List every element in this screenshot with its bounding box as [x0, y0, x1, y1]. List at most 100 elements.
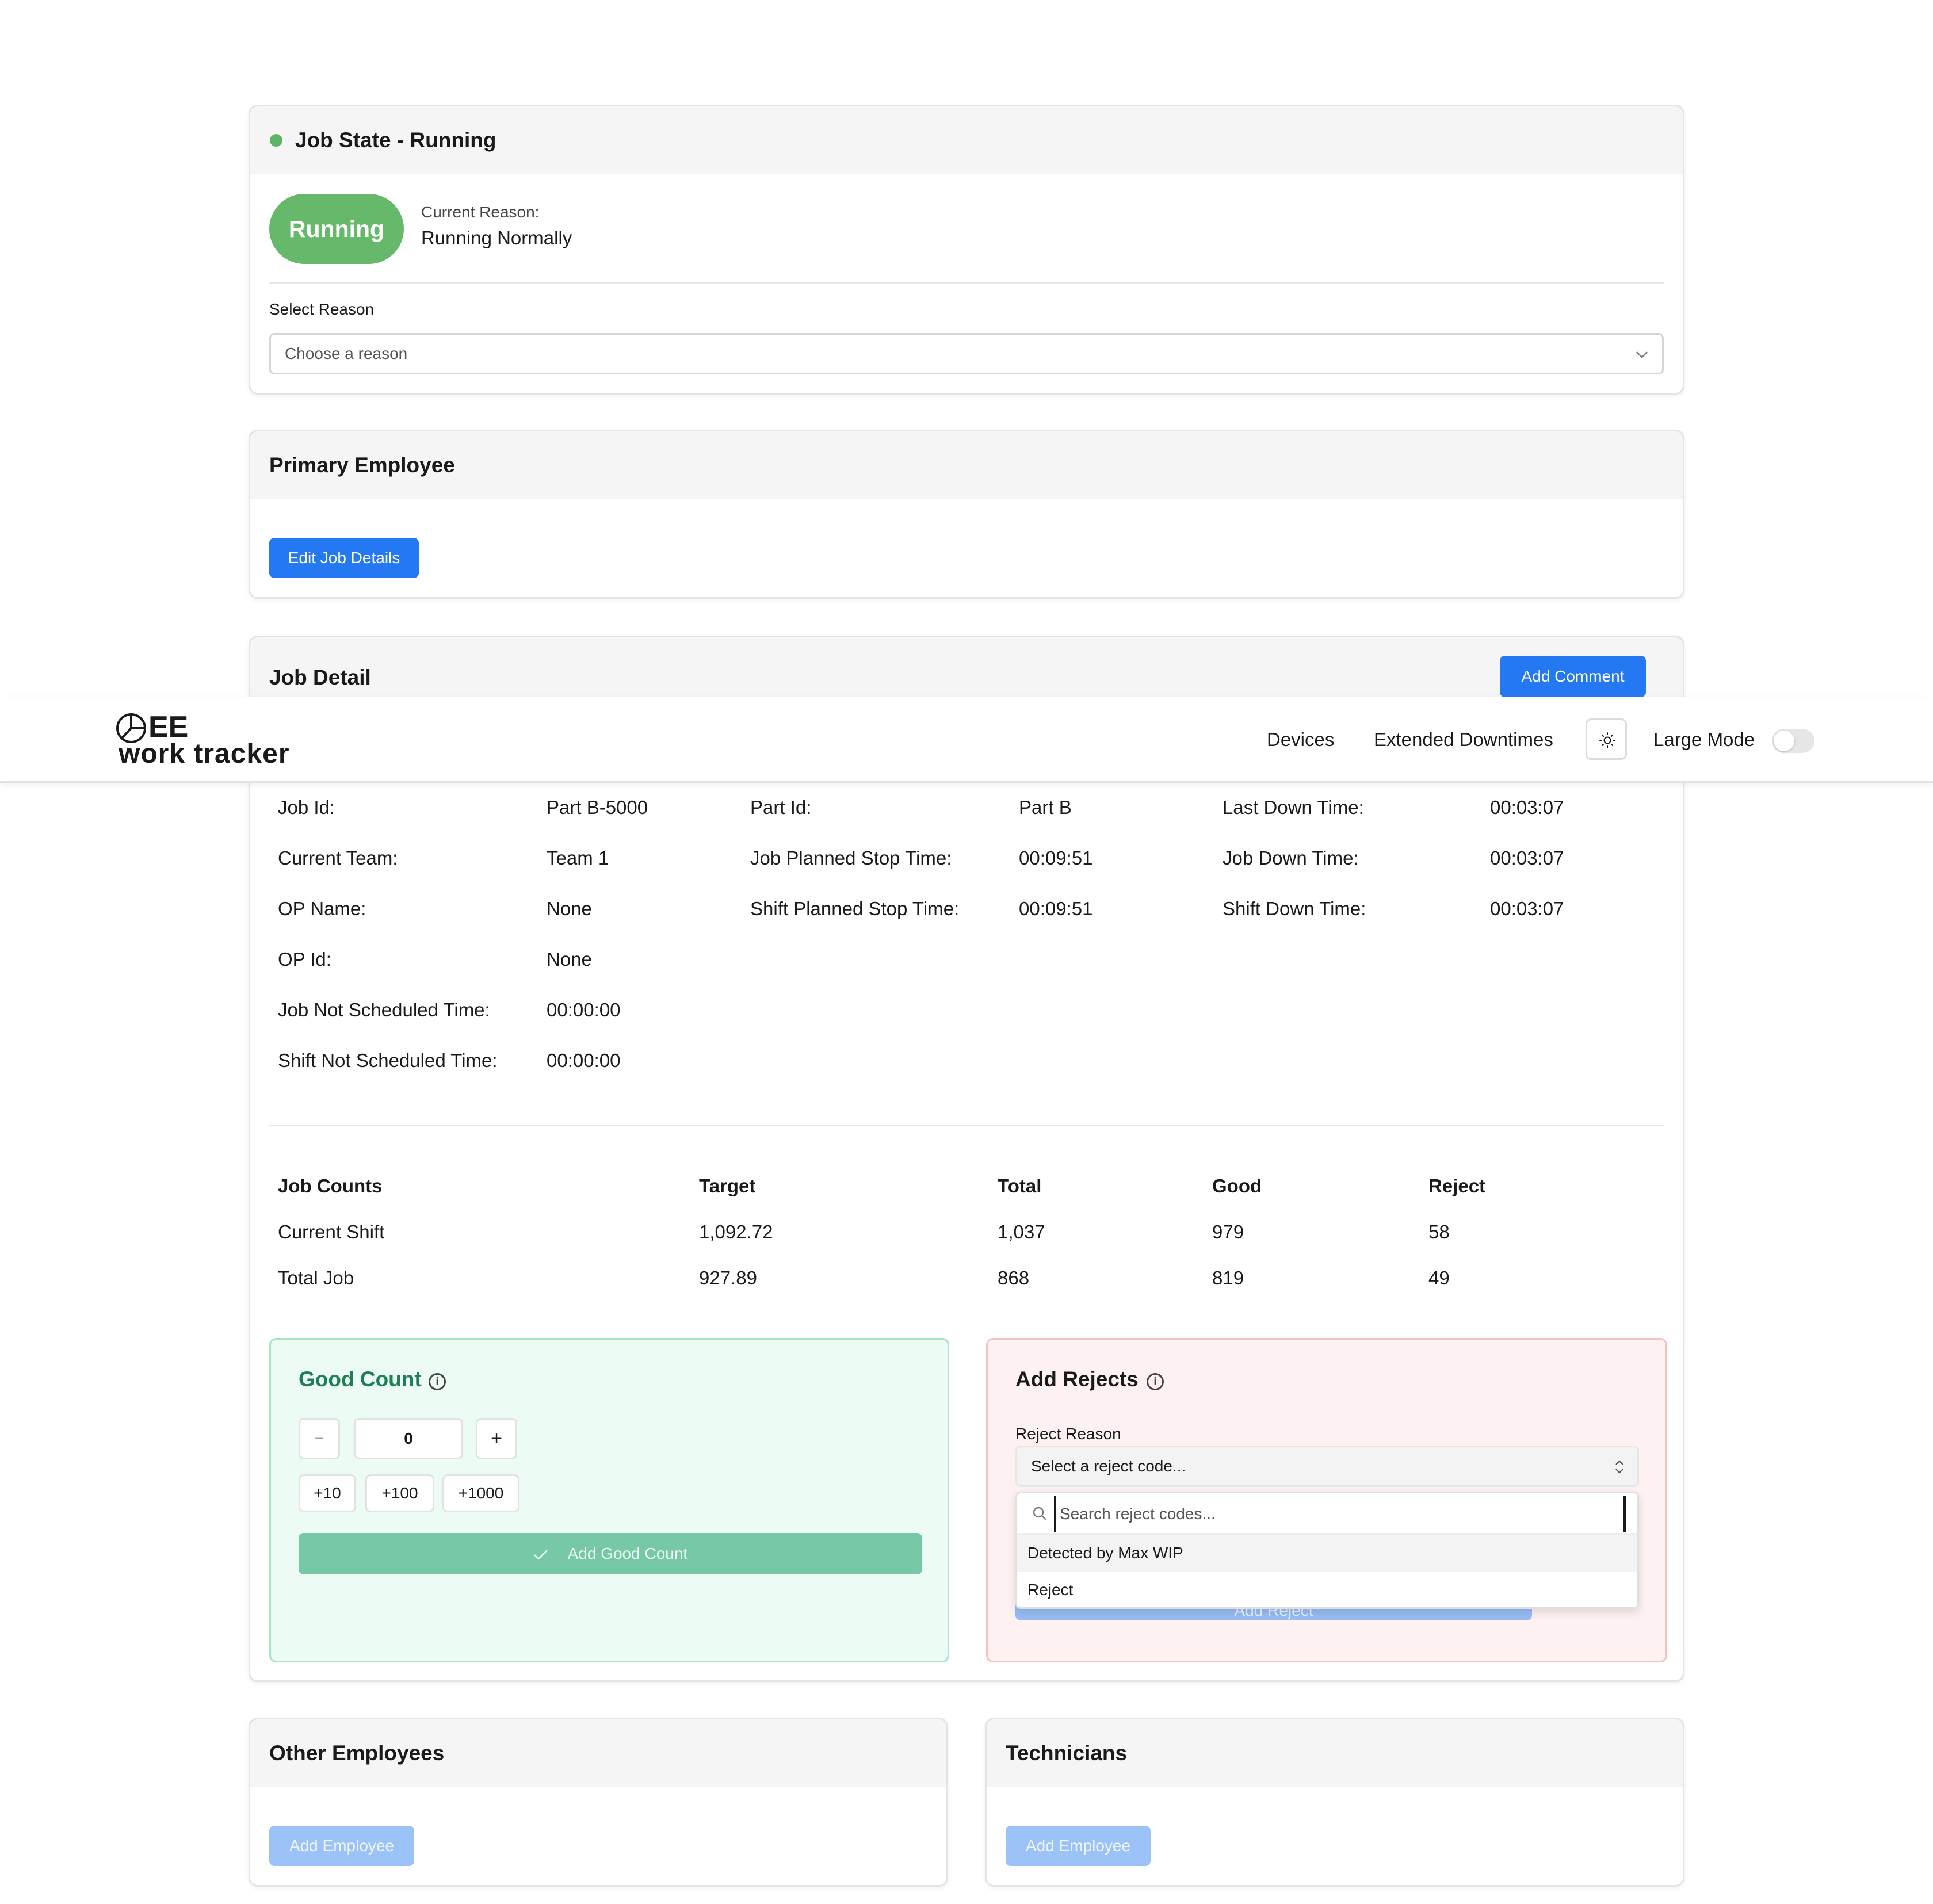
technicians-title: Technicians: [1006, 1741, 1128, 1765]
top-navbar: EE work tracker Devices Extended Downtim…: [0, 697, 1933, 783]
add-100-button[interactable]: +100: [365, 1474, 434, 1512]
shift-down-time-value: 00:03:07: [1490, 898, 1564, 919]
job-id-value: Part B-5000: [547, 797, 648, 818]
reject-option-reject[interactable]: Reject: [1017, 1572, 1637, 1607]
nav-extended-downtimes[interactable]: Extended Downtimes: [1374, 697, 1553, 783]
counts-cell: 58: [1428, 1221, 1450, 1242]
info-icon[interactable]: i: [429, 1373, 446, 1390]
job-not-scheduled-label: Job Not Scheduled Time:: [278, 999, 490, 1020]
last-down-time-label: Last Down Time:: [1223, 797, 1364, 818]
increment-button[interactable]: +: [476, 1418, 517, 1459]
counts-cell: 1,037: [998, 1221, 1045, 1242]
add-rejects-title: Add Rejects: [1015, 1367, 1139, 1391]
shift-not-scheduled-label: Shift Not Scheduled Time:: [278, 1050, 498, 1071]
technicians-header: Technicians: [987, 1719, 1683, 1787]
counts-cell: Total Job: [278, 1267, 354, 1289]
select-reason-label: Select Reason: [269, 300, 375, 318]
good-count-input[interactable]: 0: [354, 1418, 463, 1459]
chevron-down-icon: [1636, 335, 1648, 373]
op-name-value: None: [547, 898, 592, 919]
reject-search-row: [1017, 1493, 1637, 1535]
primary-employee-title: Primary Employee: [269, 453, 455, 477]
job-state-title: Job State - Running: [295, 128, 496, 152]
reject-reason-label: Reject Reason: [1015, 1425, 1121, 1443]
part-id-value: Part B: [1019, 797, 1072, 818]
current-team-label: Current Team:: [278, 847, 398, 869]
large-mode-label: Large Mode: [1653, 729, 1755, 750]
reason-select-placeholder: Choose a reason: [285, 345, 408, 362]
add-good-count-button[interactable]: Add Good Count: [299, 1533, 922, 1574]
theme-toggle-button[interactable]: [1586, 718, 1627, 760]
job-state-card: Job State - Running Running Current Reas…: [249, 105, 1684, 395]
counts-header-good: Good: [1212, 1175, 1262, 1196]
counts-cell: Current Shift: [278, 1221, 385, 1242]
add-10-button[interactable]: +10: [299, 1474, 356, 1512]
divider: [269, 1125, 1664, 1126]
add-technician-button[interactable]: Add Employee: [1006, 1826, 1151, 1866]
part-id-label: Part Id:: [750, 797, 812, 818]
toggle-knob: [1774, 731, 1794, 751]
sun-icon: [1599, 732, 1616, 752]
current-team-value: Team 1: [547, 847, 609, 869]
add-rejects-panel: Add Rejects i Reject Reason Select a rej…: [986, 1338, 1667, 1662]
counts-cell: 819: [1212, 1267, 1244, 1289]
divider: [269, 282, 1664, 284]
counts-header-job-counts: Job Counts: [278, 1175, 383, 1196]
good-count-title: Good Count: [299, 1367, 422, 1391]
counts-header-total: Total: [998, 1175, 1042, 1196]
counts-cell: 868: [998, 1267, 1030, 1289]
op-id-value: None: [547, 949, 592, 970]
search-icon: [1032, 1506, 1047, 1521]
current-reason-value: Running Normally: [421, 227, 572, 248]
shift-not-scheduled-value: 00:00:00: [547, 1050, 621, 1071]
counts-cell: 49: [1428, 1267, 1450, 1289]
shift-down-time-label: Shift Down Time:: [1223, 898, 1366, 919]
job-state-header: Job State - Running: [250, 106, 1683, 174]
counts-cell: 1,092.72: [699, 1221, 773, 1242]
job-down-time-label: Job Down Time:: [1223, 847, 1359, 869]
good-count-panel: Good Count i − 0 + +10 +100 +1000 Add Go…: [269, 1338, 949, 1662]
edit-job-details-button[interactable]: Edit Job Details: [269, 538, 419, 578]
shift-planned-stop-value: 00:09:51: [1019, 898, 1093, 919]
counts-header-reject: Reject: [1428, 1175, 1486, 1196]
technicians-card: Technicians Add Employee: [985, 1718, 1684, 1887]
decrement-button[interactable]: −: [299, 1418, 340, 1459]
job-not-scheduled-value: 00:00:00: [547, 999, 621, 1020]
large-mode-toggle[interactable]: [1772, 729, 1814, 753]
primary-employee-card: Primary Employee Edit Job Details: [249, 430, 1684, 599]
add-employee-button[interactable]: Add Employee: [269, 1826, 414, 1866]
op-name-label: OP Name:: [278, 898, 366, 919]
chevron-up-down-icon: [1614, 1447, 1625, 1485]
status-badge: Running: [269, 194, 404, 264]
reject-select-placeholder: Select a reject code...: [1031, 1457, 1186, 1475]
job-planned-stop-label: Job Planned Stop Time:: [750, 847, 952, 869]
reject-option-max-wip[interactable]: Detected by Max WIP: [1017, 1535, 1637, 1572]
last-down-time-value: 00:03:07: [1490, 797, 1564, 818]
status-dot-icon: [270, 134, 282, 147]
primary-employee-header: Primary Employee: [250, 431, 1683, 499]
reject-code-dropdown: Detected by Max WIP Reject: [1015, 1492, 1639, 1609]
counts-cell: 927.89: [699, 1267, 757, 1289]
reason-select[interactable]: Choose a reason: [269, 333, 1664, 374]
info-icon[interactable]: i: [1147, 1373, 1164, 1390]
counts-cell: 979: [1212, 1221, 1244, 1242]
job-id-label: Job Id:: [278, 797, 335, 818]
nav-devices[interactable]: Devices: [1267, 697, 1334, 783]
op-id-label: OP Id:: [278, 949, 331, 970]
other-employees-title: Other Employees: [269, 1741, 445, 1765]
add-1000-button[interactable]: +1000: [442, 1474, 519, 1512]
other-employees-header: Other Employees: [250, 1719, 946, 1787]
reject-search-input[interactable]: [1054, 1496, 1626, 1532]
job-down-time-value: 00:03:07: [1490, 847, 1564, 869]
job-detail-card: Job Detail Add Comment Job Id: Part B-50…: [249, 636, 1684, 1682]
check-icon: [533, 1544, 553, 1562]
current-reason-label: Current Reason:: [421, 203, 540, 221]
counts-header-target: Target: [699, 1175, 756, 1196]
shift-planned-stop-label: Shift Planned Stop Time:: [750, 898, 960, 919]
add-good-count-label: Add Good Count: [567, 1544, 688, 1562]
add-comment-button[interactable]: Add Comment: [1500, 656, 1646, 697]
job-planned-stop-value: 00:09:51: [1019, 847, 1093, 869]
reject-reason-select[interactable]: Select a reject code...: [1015, 1446, 1639, 1487]
other-employees-card: Other Employees Add Employee: [249, 1718, 948, 1887]
logo-work-tracker-text: work tracker: [119, 739, 290, 769]
